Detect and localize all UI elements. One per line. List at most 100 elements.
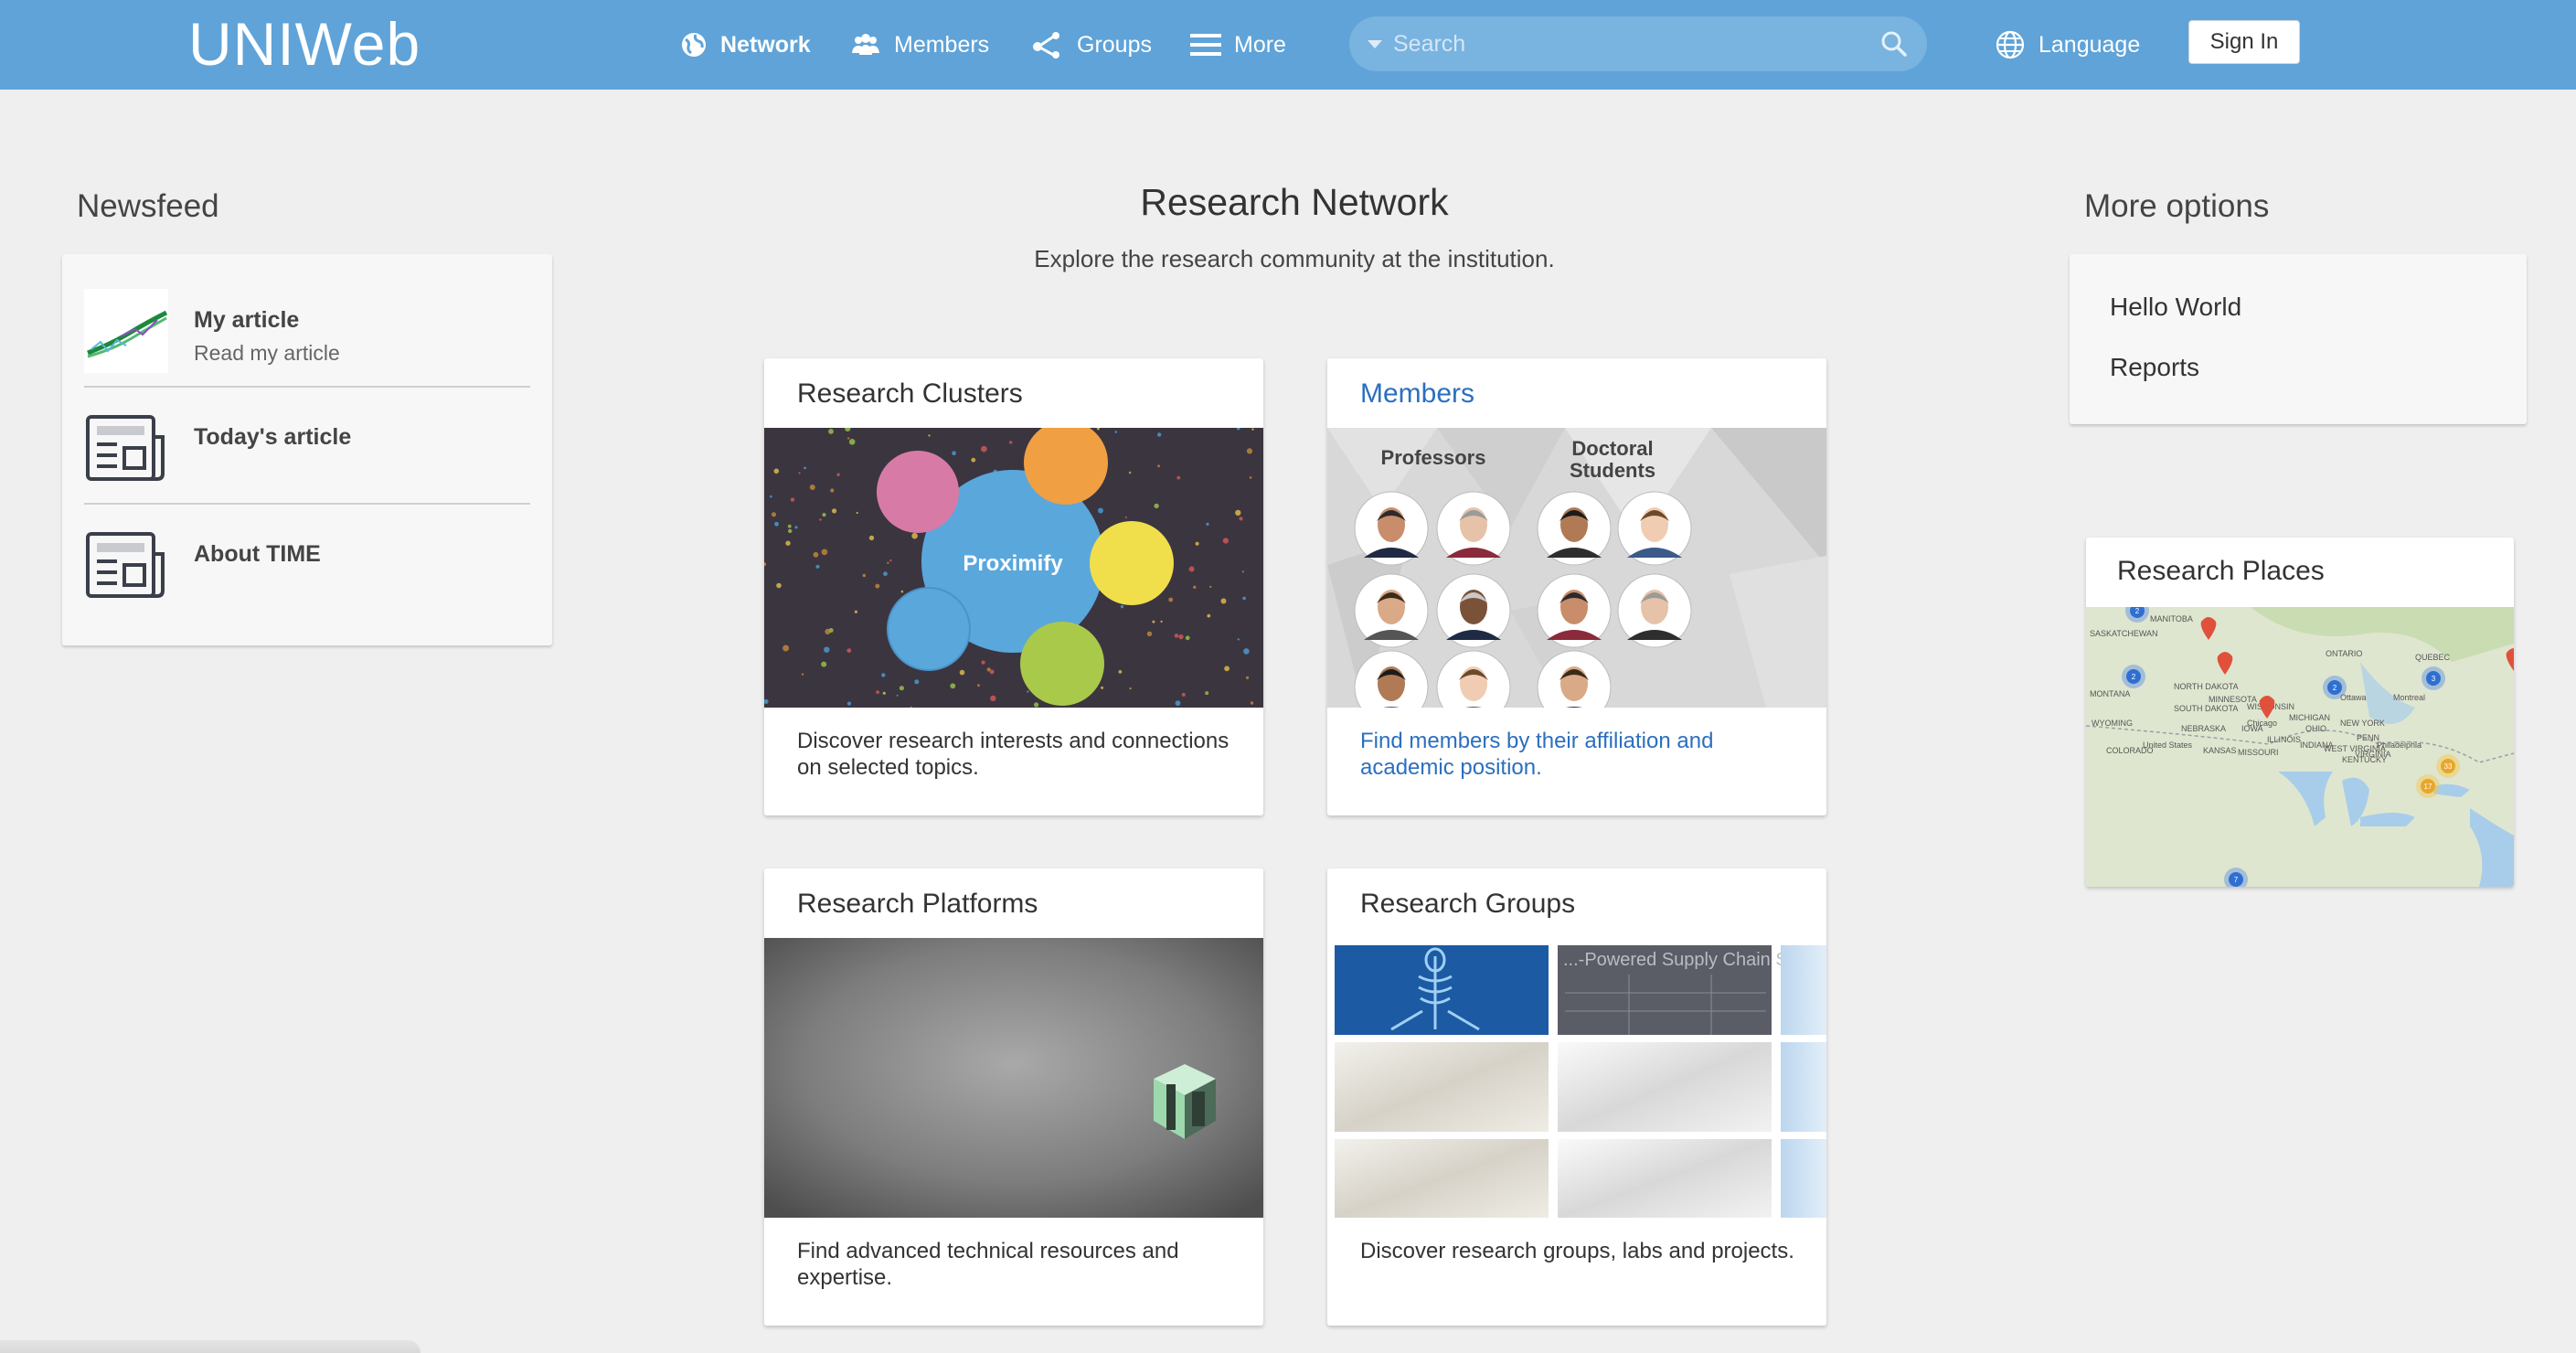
map-cluster-marker[interactable]: 2 [2122,665,2145,688]
newspaper-icon [86,415,165,481]
clusters-bubble-image: Proximify [764,428,1263,708]
svg-text:2: 2 [2132,673,2136,681]
map-place-label: MONTANA [2090,689,2130,698]
card-description: Discover research interests and connecti… [797,729,1229,780]
nav-members[interactable]: Members [850,22,989,68]
card-title: Research Platforms [797,889,1038,919]
map-place-label: QUEBEC [2415,653,2451,662]
card-description: Find members by their affiliation and ac… [1360,729,1714,780]
more-link-reports[interactable]: Reports [2110,353,2199,382]
map-place-label: SOUTH DAKOTA [2174,704,2238,713]
platforms-image [764,938,1263,1218]
map-place-label: MISSOURI [2238,748,2279,757]
map-place-label: WYOMING [2092,719,2133,728]
svg-text:7: 7 [2234,876,2239,884]
more-link-hello-world[interactable]: Hello World [2110,293,2241,322]
news-item-subtitle: Read my article [194,341,340,365]
map-place-label: Chicago [2247,719,2277,728]
menu-icon [1190,34,1221,56]
map-place-label: COLORADO [2106,746,2154,755]
groups-tiles-image: ...-Powered Supply Chain Supercluster [1327,938,1826,1218]
more-options-panel: Hello World Reports [2070,254,2527,424]
news-divider [84,503,530,505]
search-scope-dropdown-caret[interactable] [1368,40,1382,48]
svg-text:3: 3 [2432,675,2436,683]
member-portrait [1617,573,1692,648]
professors-label: Professors [1381,446,1486,469]
more-options-heading: More options [2084,188,2270,224]
nav-more[interactable]: More [1190,22,1286,68]
uniweb-logo[interactable]: UNIWeb [188,9,420,79]
member-portrait [1617,491,1692,566]
search-box [1349,16,1927,71]
member-portrait [1537,491,1612,566]
news-item-about-time[interactable]: About TIME [84,523,530,640]
card-title: Research Groups [1360,889,1576,919]
map-place-label: SASKATCHEWAN [2090,629,2158,638]
members-portraits-image: Professors Doctoral Students [1327,428,1826,708]
map-place-label: NORTH DAKOTA [2174,682,2239,691]
research-places-map: MANITOBA SASKATCHEWAN MONTANA NORTH DAKOTA S… [2086,607,2514,887]
top-navigation-bar: UNIWeb Network Members Groups More Searc… [0,0,2576,90]
newsfeed-panel: My article Read my article Today's artic… [62,254,552,645]
svg-text:17: 17 [2424,783,2432,791]
sign-in-button[interactable]: Sign In [2188,20,2300,64]
globe-outline-icon [1996,30,2025,59]
search-input[interactable] [1393,26,1868,62]
map-place-label: WEST VIRGINIA [2324,744,2386,753]
member-portrait [1354,491,1429,566]
globe-icon [682,33,706,57]
card-title: Research Places [2117,556,2325,586]
card-members[interactable]: Members Professors Doctoral Students Fin… [1327,358,1826,815]
page-footer-edge [0,1340,420,1353]
member-portrait [1436,491,1511,566]
map-place-label: NEW YORK [2340,719,2385,728]
map-place-label: MANITOBA [2150,614,2193,623]
map-place-label: ILLINOIS [2267,735,2301,744]
map-place-label: Montreal [2393,693,2425,702]
map-cluster-marker[interactable]: 17 [2416,774,2440,798]
nav-network-label: Network [720,31,811,58]
map-place-label: OHIO [2305,724,2326,733]
map-place-label: KANSAS [2203,746,2237,755]
share-nodes-icon [1033,32,1059,59]
card-title: Research Clusters [797,378,1023,409]
nav-more-label: More [1234,31,1286,58]
svg-text:2: 2 [2333,684,2337,692]
search-icon[interactable] [1879,29,1909,59]
member-portrait [1354,573,1429,648]
doctoral-label: Doctoral [1571,437,1653,460]
news-divider [84,386,530,388]
students-label: Students [1570,459,1655,482]
card-description: Discover research groups, labs and proje… [1360,1239,1794,1263]
news-item-title: My article [194,307,300,333]
people-icon [852,34,879,55]
card-research-platforms[interactable]: Research Platforms Find advanced technic… [764,868,1263,1326]
card-research-places[interactable]: Research Places MANITOBA SASKATCHEWAN MONT… [2086,538,2514,887]
nav-network[interactable]: Network [680,22,811,68]
language-selector[interactable]: Language [1995,22,2140,68]
news-item-title: Today's article [194,424,352,450]
article-chart-thumbnail [84,289,168,373]
member-portrait [1436,573,1511,648]
news-item-title: About TIME [194,541,321,567]
newspaper-icon [86,532,165,598]
svg-text:33: 33 [2444,762,2453,771]
map-cluster-marker[interactable]: 33 [2436,754,2460,778]
news-item-my-article[interactable]: My article Read my article [84,289,530,406]
card-research-groups[interactable]: Research Groups ...-Powered Supply Chain… [1327,868,1826,1326]
nav-groups-label: Groups [1077,31,1152,58]
proximify-label: Proximify [963,551,1063,576]
news-item-todays-article[interactable]: Today's article [84,406,530,523]
map-place-label: MICHIGAN [2289,713,2330,722]
nav-members-label: Members [894,31,990,58]
card-title: Members [1360,378,1475,409]
card-description: Find advanced technical resources and ex… [797,1239,1179,1290]
map-place-label: ONTARIO [2326,649,2362,658]
map-cluster-marker[interactable]: 2 [2323,676,2347,699]
member-portrait [1537,573,1612,648]
map-cluster-marker[interactable]: 3 [2422,666,2445,690]
nav-groups[interactable]: Groups [1031,22,1152,68]
map-place-label: NEBRASKA [2181,724,2226,733]
card-research-clusters[interactable]: Research Clusters Proximify Discover res… [764,358,1263,815]
